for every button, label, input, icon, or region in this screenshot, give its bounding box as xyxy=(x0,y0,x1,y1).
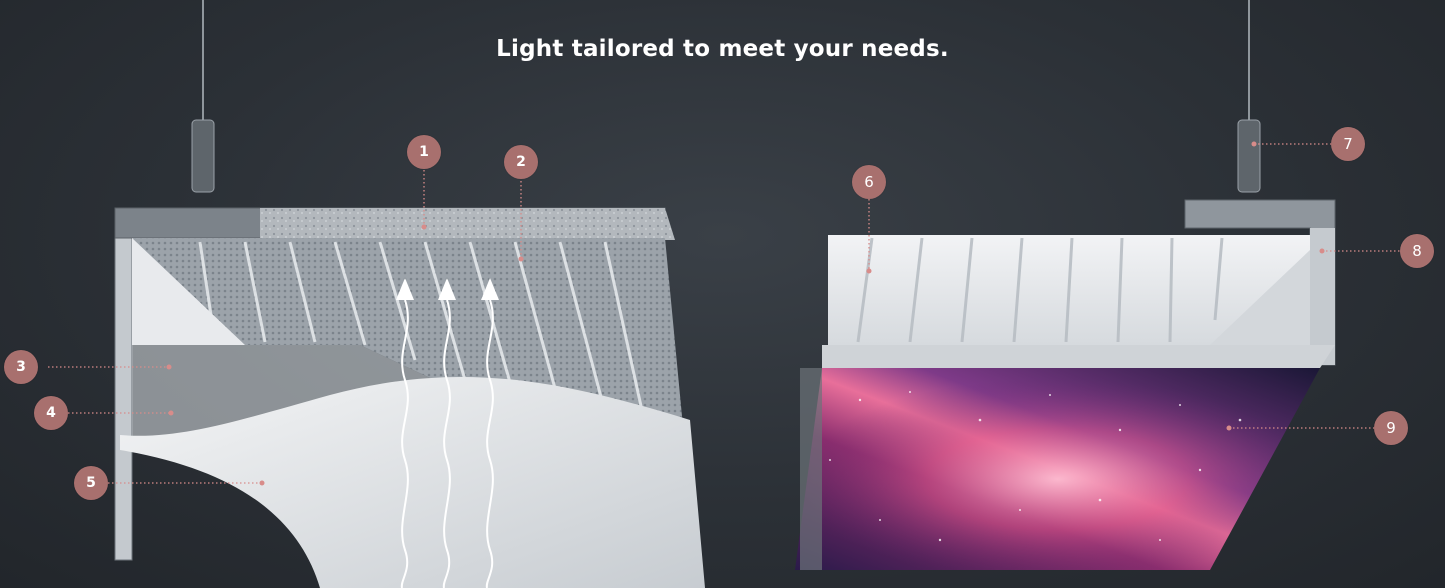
callout-5: 5 xyxy=(74,466,108,500)
callout-6: 6 xyxy=(852,165,886,199)
luminaire-drawing xyxy=(48,0,1400,588)
callout-7: 7 xyxy=(1331,127,1365,161)
fitting-left xyxy=(191,119,215,193)
callout-2: 2 xyxy=(504,145,538,179)
callout-9: 9 xyxy=(1374,411,1408,445)
callout-8: 8 xyxy=(1400,234,1434,268)
headline: Light tailored to meet your needs. xyxy=(496,36,949,62)
callout-3: 3 xyxy=(4,350,38,384)
right-luminaire xyxy=(795,199,1336,570)
callout-1: 1 xyxy=(407,135,441,169)
left-luminaire xyxy=(114,207,705,588)
fitting-right xyxy=(1237,119,1261,193)
callout-4: 4 xyxy=(34,396,68,430)
product-illustration: Light tailored to meet your needs. 1 2 3… xyxy=(0,0,1445,588)
